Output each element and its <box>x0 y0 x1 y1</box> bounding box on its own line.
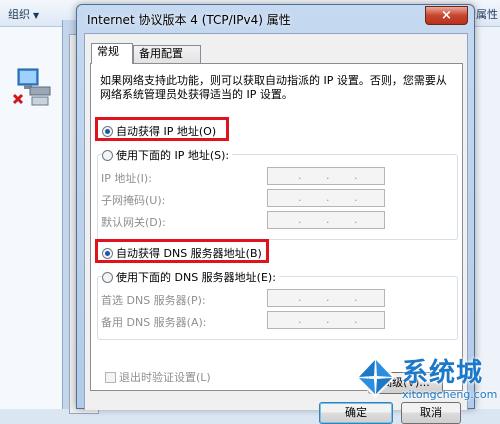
ip-auto-radio-row[interactable]: 自动获得 IP 地址(O) <box>102 123 216 139</box>
validate-on-exit-label: 退出时验证设置(L) <box>119 371 211 384</box>
network-adapter-icon <box>12 68 51 106</box>
close-button[interactable]: × <box>425 6 468 25</box>
ip-address-label: IP 地址(I): <box>101 172 152 185</box>
dialog-title: Internet 协议版本 4 (TCP/IPv4) 属性 <box>87 13 291 27</box>
watermark-title: 系统城 <box>402 358 484 388</box>
chevron-down-icon: ▼ <box>33 11 40 20</box>
preferred-dns-label: 首选 DNS 服务器(P): <box>101 294 206 307</box>
tab-general[interactable]: 常规 <box>91 43 133 64</box>
dns-manual-radio-row[interactable]: 使用下面的 DNS 服务器地址(E): <box>102 269 279 285</box>
ip-address-input[interactable]: ... <box>267 167 385 185</box>
general-tab-panel: 如果网络支持此功能，则可以获取自动指派的 IP 设置。否则，您需要从网络系统管理… <box>90 63 463 394</box>
ip-manual-radio-row[interactable]: 使用下面的 IP 地址(S): <box>102 147 233 163</box>
subnet-mask-input[interactable]: ... <box>267 189 385 207</box>
validate-on-exit-row[interactable]: 退出时验证设置(L) <box>105 369 211 385</box>
default-gateway-input[interactable]: ... <box>267 211 385 229</box>
dns-manual-group <box>97 276 458 340</box>
dns-manual-label: 使用下面的 DNS 服务器地址(E): <box>116 271 276 284</box>
preferred-dns-input[interactable]: ... <box>267 289 385 307</box>
site-watermark: 系统城 xitongcheng.com <box>350 352 500 409</box>
alternate-dns-input[interactable]: ... <box>267 311 385 329</box>
tcpip-properties-dialog: Internet 协议版本 4 (TCP/IPv4) 属性 × 常规 备用配置 … <box>76 4 475 424</box>
watermark-url: xitongcheng.com <box>402 388 498 401</box>
dns-auto-label: 自动获得 DNS 服务器地址(B) <box>116 247 262 260</box>
organize-menu[interactable]: 组织 ▼ <box>8 6 39 22</box>
validate-on-exit-checkbox[interactable] <box>105 372 116 383</box>
ip-manual-label: 使用下面的 IP 地址(S): <box>116 149 230 162</box>
dns-auto-radio[interactable] <box>102 248 113 259</box>
description-text: 如果网络支持此功能，则可以获取自动指派的 IP 设置。否则，您需要从网络系统管理… <box>100 74 447 101</box>
explorer-sidebar <box>0 27 62 409</box>
ip-auto-label: 自动获得 IP 地址(O) <box>116 125 217 138</box>
dns-auto-radio-row[interactable]: 自动获得 DNS 服务器地址(B) <box>102 245 262 261</box>
dns-manual-radio[interactable] <box>102 272 113 283</box>
tab-alternate-configuration[interactable]: 备用配置 <box>133 45 201 63</box>
alternate-dns-label: 备用 DNS 服务器(A): <box>101 316 207 329</box>
subnet-mask-label: 子网掩码(U): <box>101 194 166 207</box>
ip-auto-radio[interactable] <box>102 126 113 137</box>
windows-logo-icon <box>354 356 396 398</box>
ip-manual-radio[interactable] <box>102 150 113 161</box>
default-gateway-label: 默认网关(D): <box>101 216 166 229</box>
organize-menu-label: 组织 <box>8 8 30 21</box>
